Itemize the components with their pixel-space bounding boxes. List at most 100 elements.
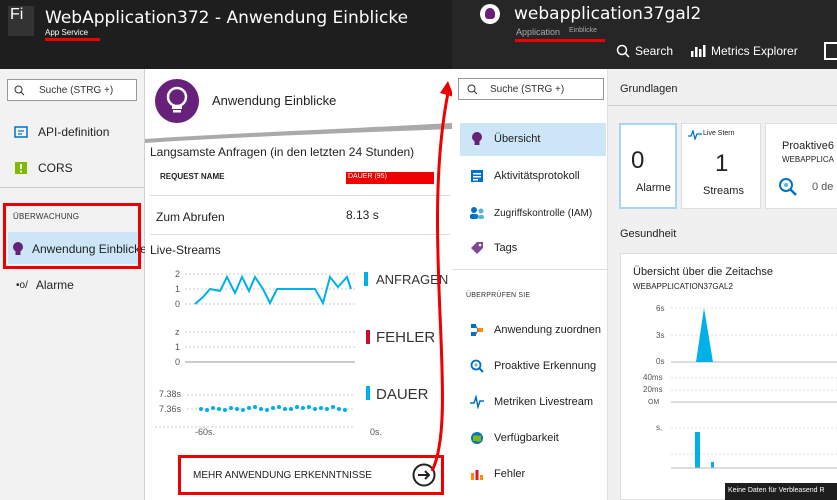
metrics-icon <box>691 45 706 57</box>
request-row-value: 8.13 s <box>346 208 379 222</box>
nav-label: Aktivitätsprotokoll <box>494 170 580 182</box>
divider <box>608 105 837 106</box>
tick-label: s, <box>656 423 663 432</box>
search-input[interactable]: Suche (STRG +) <box>458 78 604 100</box>
search-icon <box>14 85 25 95</box>
left-header: Fi WebApplication372 - Anwendung Einblic… <box>0 0 452 69</box>
timeline-sub: WEBAPPLICATION37GAL2 <box>633 282 733 291</box>
essentials-header: Grundlagen <box>620 83 678 95</box>
section-header-review: ÜBERPRÜFEN SIE <box>466 292 531 299</box>
alarms-count: 0 <box>631 147 645 174</box>
proactive-value: 0 de <box>812 181 834 193</box>
detect-icon <box>779 178 797 196</box>
tick-label: 20ms <box>643 385 663 394</box>
request-row-name[interactable]: Zum Abrufen <box>156 210 225 224</box>
right-header: webapplication37gal2 Application Einblic… <box>452 0 837 69</box>
resource-nav: Suche (STRG +) Übersicht Aktivitätsproto… <box>452 69 608 500</box>
nav-item-app-map[interactable]: Anwendung zuordnen <box>468 323 601 337</box>
nav-item-proactive-detection[interactable]: Proaktive Erkennung <box>468 359 596 373</box>
nav-item-overview-label[interactable]: Übersicht <box>468 132 540 146</box>
duration-marker <box>366 386 370 400</box>
requests-chart <box>671 427 837 469</box>
annotation-arrow <box>430 81 454 472</box>
nav-label: Tags <box>494 242 518 254</box>
nav-item-api-definition[interactable]: API-definition <box>12 125 109 139</box>
nav-item-tags[interactable]: Tags <box>468 241 517 255</box>
nav-label: Metriken Livestream <box>494 396 594 408</box>
resource-type-b: Einblicke <box>569 27 598 34</box>
iam-icon <box>468 206 486 220</box>
nav-item-activity-log[interactable]: Aktivitätsprotokoll <box>468 169 580 183</box>
tag-icon <box>468 241 486 255</box>
app-logo-icon: Fi <box>8 6 34 36</box>
search-placeholder: Suche (STRG +) <box>490 83 565 95</box>
globe-icon <box>468 431 486 445</box>
search-input[interactable]: Suche (STRG +) <box>7 79 137 101</box>
alarms-tile[interactable]: 0 Alarme <box>619 123 677 209</box>
nav-label: Fehler <box>494 468 526 480</box>
search-icon <box>616 44 630 58</box>
tick-label: 6s <box>656 304 665 313</box>
search-placeholder: Suche (STRG +) <box>39 84 114 96</box>
nav-item-cors[interactable]: CORS <box>12 161 73 175</box>
resource-title: webapplication37gal2 <box>514 4 702 24</box>
duration-sparkline <box>155 394 355 428</box>
alarms-label: Alarme <box>636 182 671 194</box>
overview-blade: Grundlagen 0 Alarme Live Stern 1 Streams… <box>608 69 837 500</box>
nav-item-alarms[interactable]: •o/ Alarme <box>16 278 74 292</box>
tick-label: 0s <box>656 357 665 366</box>
col-request-name: REQUEST NAME <box>160 172 225 181</box>
divider <box>0 187 144 188</box>
nav-label: Alarme <box>35 278 74 292</box>
metrics-explorer-command[interactable]: Metrics Explorer <box>690 44 798 58</box>
timeline-tile[interactable]: Übersicht über die Zeitachse WEBAPPLICAT… <box>620 253 837 500</box>
log-icon <box>468 169 486 183</box>
nav-label: Zugriffskontrolle (IAM) <box>494 207 593 219</box>
tick-label: 40ms <box>643 373 663 382</box>
tick-label: 3s <box>656 331 665 340</box>
tick-label: OM <box>648 399 660 406</box>
health-header: Gesundheit <box>620 228 677 240</box>
search-command[interactable]: Search <box>616 44 673 58</box>
nav-label: Übersicht <box>494 133 541 145</box>
highlight-underline <box>515 39 605 42</box>
bulb-icon <box>155 79 199 123</box>
search-icon <box>467 84 478 94</box>
nav-label: CORS <box>38 161 73 175</box>
nav-item-failures[interactable]: Fehler <box>468 467 525 481</box>
alarm-icon: •o/ <box>16 279 28 291</box>
left-nav: Suche (STRG +) API-definition CORS ÜBERW… <box>0 69 147 500</box>
chart-icon <box>468 467 486 481</box>
server-time-chart <box>671 377 837 403</box>
live-streams-title: Live-Streams <box>150 243 221 257</box>
errors-sparkline <box>185 331 355 363</box>
api-icon <box>12 125 30 139</box>
metrics-label: Metrics Explorer <box>711 44 798 58</box>
more-icon[interactable] <box>824 42 837 60</box>
live-stream-top: Live Stern <box>703 130 735 137</box>
timeline-title: Übersicht über die Zeitachse <box>633 266 774 278</box>
nav-item-live-metrics[interactable]: Metriken Livestream <box>468 395 593 409</box>
bulb-icon <box>468 132 486 146</box>
requests-marker <box>364 272 368 286</box>
resource-type-a: Application <box>516 27 561 37</box>
requests-sparkline <box>185 273 355 306</box>
more-insights-label: MEHR ANWENDUNG ERKENNTNISSE <box>193 469 372 481</box>
live-stream-tile[interactable]: Live Stern 1 Streams <box>681 123 761 209</box>
map-icon <box>468 323 486 337</box>
nav-item-access-control[interactable]: Zugriffskontrolle (IAM) <box>468 206 592 220</box>
search-label: Search <box>635 44 674 58</box>
live-stream-label: Streams <box>703 185 744 197</box>
proactive-tile[interactable]: Proaktive6 WEBAPPLICA 0 de <box>765 123 837 209</box>
pulse-icon <box>688 130 702 140</box>
nav-label: Verfügbarkeit <box>494 432 559 444</box>
nav-label: Anwendung zuordnen <box>494 324 602 336</box>
pulse-icon <box>468 395 486 409</box>
window-subtitle: App Service <box>45 28 89 37</box>
nav-label: API-definition <box>38 125 110 139</box>
nav-item-availability[interactable]: Verfügbarkeit <box>468 431 559 445</box>
bulb-icon-inner <box>485 8 495 19</box>
live-stream-count: 1 <box>715 150 729 177</box>
proactive-title: Proaktive6 <box>782 140 834 152</box>
x-axis-start: -60s. <box>195 427 216 437</box>
